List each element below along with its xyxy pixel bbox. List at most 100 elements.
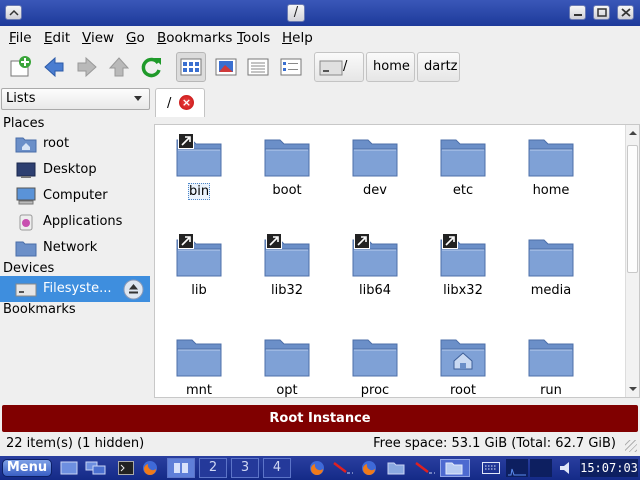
task-firefox-1[interactable] [304, 459, 330, 477]
workspace-2[interactable]: 2 [199, 458, 227, 478]
new-tab-button[interactable] [5, 52, 35, 82]
minimize-button[interactable] [569, 5, 586, 20]
file-item-home[interactable]: home [513, 131, 589, 221]
file-item-lib32[interactable]: lib32 [249, 231, 325, 321]
menubar: File Edit View Go Bookmarks Tools Help [0, 26, 640, 50]
close-icon[interactable]: × [179, 95, 194, 110]
forward-arrow-icon [77, 56, 97, 78]
sidebar-item-filesystem[interactable]: Filesyste... [0, 276, 150, 302]
file-item-lib64[interactable]: lib64 [337, 231, 413, 321]
icon-view-button[interactable] [176, 52, 206, 82]
task-editor-2[interactable] [412, 459, 438, 477]
task-file-manager-active[interactable] [440, 459, 470, 477]
file-name: bin [188, 183, 210, 200]
menu-go[interactable]: Go [126, 30, 145, 46]
new-tab-icon [10, 56, 31, 77]
firefox-icon [310, 461, 324, 475]
maximize-button[interactable] [593, 5, 610, 20]
breadcrumb-home[interactable]: home [366, 52, 415, 82]
up-button[interactable] [104, 52, 134, 82]
thumbnail-view-icon [215, 58, 237, 76]
sidebar-item-root[interactable]: root [0, 131, 150, 157]
folder-icon [440, 139, 486, 177]
task-firefox-2[interactable] [356, 459, 382, 477]
breadcrumb-dartz[interactable]: dartz [417, 52, 460, 82]
side-pane-mode-select[interactable]: Lists [1, 88, 150, 110]
task-file-manager-1[interactable] [384, 459, 410, 477]
sidebar-item-applications[interactable]: Applications [0, 209, 150, 235]
menu-bookmarks[interactable]: Bookmarks [157, 30, 232, 46]
menu-tools[interactable]: Tools [237, 30, 270, 46]
window-titlebar[interactable]: / [0, 0, 640, 26]
show-desktop-button[interactable] [58, 459, 80, 477]
file-item-lib[interactable]: lib [161, 231, 237, 321]
resize-grip-icon[interactable] [625, 440, 637, 452]
sidebar-item-desktop[interactable]: Desktop [0, 157, 150, 183]
drive-icon [319, 60, 343, 76]
file-name: run [540, 383, 562, 398]
symlink-icon [266, 233, 282, 249]
file-item-mnt[interactable]: mnt [161, 331, 237, 398]
detailed-view-icon [280, 58, 302, 76]
file-item-boot[interactable]: boot [249, 131, 325, 221]
scroll-up-icon[interactable] [627, 128, 639, 138]
file-name: boot [272, 183, 302, 198]
scrollbar-thumb[interactable] [627, 145, 638, 273]
task-editor[interactable] [330, 459, 356, 477]
folder-icon [352, 139, 398, 177]
window-menu-button[interactable] [5, 5, 22, 20]
file-item-proc[interactable]: proc [337, 331, 413, 397]
file-name: lib64 [358, 283, 392, 298]
file-item-bin[interactable]: bin [161, 131, 237, 221]
file-name: root [449, 383, 477, 398]
scroll-down-icon[interactable] [627, 384, 639, 394]
folder-icon [176, 339, 222, 377]
tab-root[interactable]: / × [155, 88, 205, 117]
menu-view[interactable]: View [82, 30, 114, 46]
menu-help[interactable]: Help [282, 30, 313, 46]
keyboard-indicator[interactable] [480, 459, 502, 477]
firefox-launcher[interactable] [140, 459, 160, 477]
window-list-button[interactable] [84, 459, 108, 477]
file-name: home [532, 183, 570, 198]
file-item-run[interactable]: run [513, 331, 589, 398]
menu-edit[interactable]: Edit [44, 30, 70, 46]
toolbar: / home dartz [0, 50, 640, 86]
file-item-libx32[interactable]: libx32 [425, 231, 501, 321]
icon-view-icon [180, 58, 202, 76]
thumbnail-view-button[interactable] [211, 52, 241, 82]
file-item-opt[interactable]: opt [249, 331, 325, 397]
file-item-root[interactable]: root [425, 331, 501, 398]
compact-view-button[interactable] [243, 52, 273, 82]
reload-button[interactable] [137, 52, 167, 82]
vertical-scrollbar[interactable] [625, 125, 639, 397]
maximize-icon [596, 8, 607, 17]
chevron-down-icon [134, 96, 142, 101]
bookmarks-header: Bookmarks [3, 302, 76, 317]
detailed-view-button[interactable] [276, 52, 306, 82]
close-window-button[interactable] [617, 5, 634, 20]
taskbar-clock[interactable]: 15:07:03 [580, 459, 638, 477]
applications-icon [19, 214, 33, 231]
start-menu-button[interactable]: Menu [2, 459, 52, 477]
file-name: mnt [186, 383, 212, 398]
menu-file[interactable]: File [9, 30, 32, 46]
sidebar-item-computer[interactable]: Computer [0, 183, 150, 209]
terminal-launcher[interactable] [116, 459, 136, 477]
cpu-graph [506, 459, 528, 477]
workspace-1[interactable] [167, 458, 195, 478]
file-item-etc[interactable]: etc [425, 131, 501, 221]
forward-button[interactable] [72, 52, 102, 82]
file-item-media[interactable]: media [513, 231, 589, 321]
workspace-3[interactable]: 3 [231, 458, 259, 478]
file-name: lib32 [270, 283, 304, 298]
file-view[interactable]: bin boot dev etc home lib lib32 lib64 libx32 medi… [154, 124, 640, 398]
breadcrumb-root[interactable]: / [314, 52, 364, 82]
file-item-dev[interactable]: dev [337, 131, 413, 221]
sidebar-item-label: Filesyste... [43, 281, 112, 296]
eject-icon[interactable] [123, 279, 144, 300]
back-button[interactable] [39, 52, 69, 82]
volume-indicator[interactable] [556, 459, 576, 477]
sidebar-item-network[interactable]: Network [0, 235, 150, 261]
workspace-4[interactable]: 4 [263, 458, 291, 478]
